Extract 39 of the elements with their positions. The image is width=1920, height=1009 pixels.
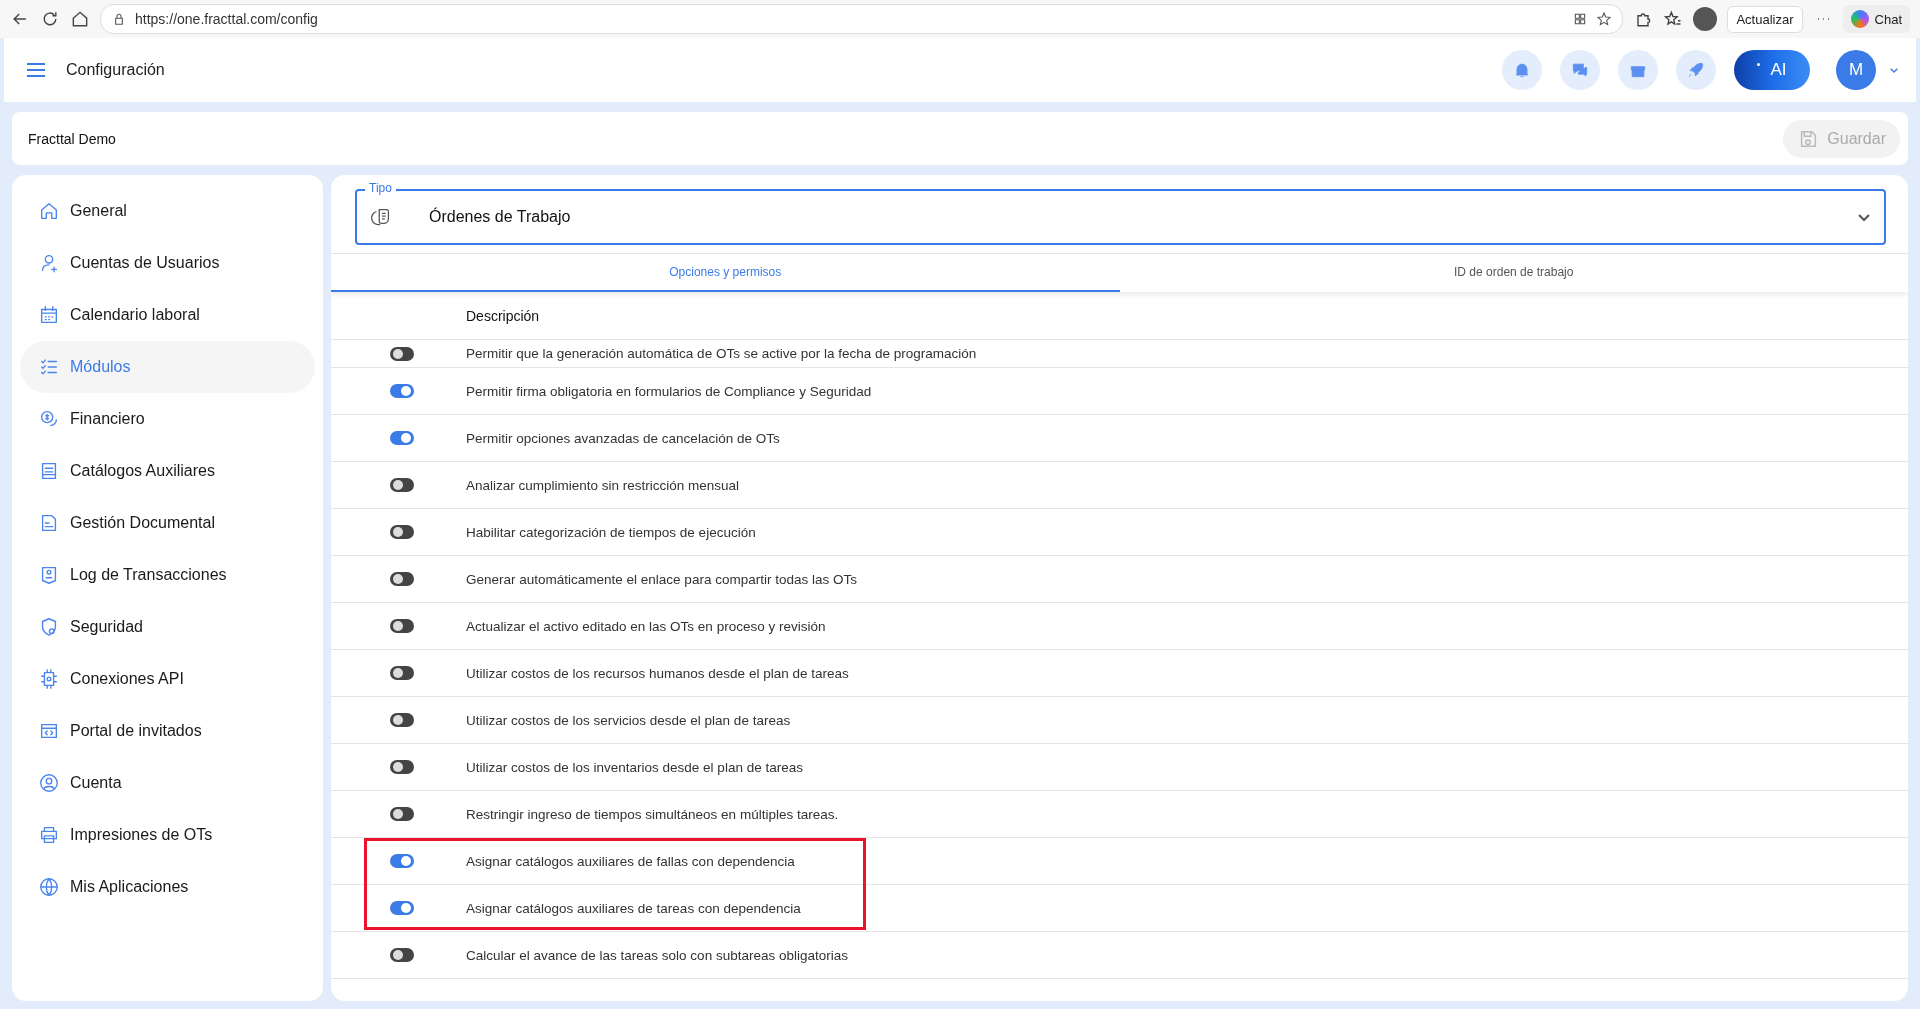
address-bar[interactable]: https://one.fracttal.com/config — [100, 4, 1624, 34]
option-text: Permitir que la generación automática de OTs se active por la fecha de programación — [466, 346, 977, 361]
sidebar-item[interactable]: Gestión Documental — [20, 497, 315, 549]
sidebar-item[interactable]: Calendario laboral — [20, 289, 315, 341]
option-text: Calcular el avance de las tareas solo con subtareas obligatorias — [466, 947, 848, 963]
sidebar-item[interactable]: Módulos — [20, 341, 315, 393]
sidebar-item[interactable]: Impresiones de OTs — [20, 809, 315, 861]
sidebar-item[interactable]: Seguridad — [20, 601, 315, 653]
sidebar-item[interactable]: Log de Transacciones — [20, 549, 315, 601]
option-text: Permitir firma obligatoria en formularios de Compliance y Seguridad — [466, 383, 872, 399]
option-text: Actualizar el activo editado en las OTs en proceso y revisión — [466, 618, 826, 634]
column-header: Descripción — [466, 307, 540, 324]
option-text: Habilitar categorización de tiempos de ejecución — [466, 524, 756, 540]
sidebar-item[interactable]: Catálogos Auxiliares — [20, 445, 315, 497]
option-text: Utilizar costos de los servicios desde el plan de tareas — [466, 712, 791, 728]
user-avatar[interactable]: M — [1836, 50, 1876, 90]
sidebar-item[interactable]: General — [20, 185, 315, 237]
sidebar-item[interactable]: Conexiones API — [20, 653, 315, 705]
chat-button[interactable]: Chat — [1842, 5, 1910, 33]
page-title: Configuración — [66, 61, 165, 79]
field-label: Tipo — [365, 181, 396, 195]
option-text: Utilizar costos de los inventarios desde el plan de tareas — [466, 759, 803, 775]
company-name: Fracttal Demo — [28, 130, 116, 147]
option-text: Generar automáticamente el enlace para compartir todas las OTs — [466, 571, 857, 587]
option-text: Analizar cumplimiento sin restricción mensual — [466, 477, 740, 493]
sidebar-item[interactable]: Portal de invitados — [20, 705, 315, 757]
update-button[interactable]: Actualizar — [1727, 5, 1803, 33]
option-text: Restringir ingreso de tiempos simultáneos en múltiples tareas. — [466, 806, 839, 822]
sidebar-item[interactable]: Cuenta — [20, 757, 315, 809]
option-text: Utilizar costos de los recursos humanos desde el plan de tareas — [466, 665, 849, 681]
tab[interactable]: Opciones y permisos — [331, 254, 1120, 292]
sidebar-item[interactable]: Cuentas de Usuarios — [20, 237, 315, 289]
option-text: Permitir opciones avanzadas de cancelación de OTs — [466, 430, 780, 446]
option-text: Asignar catálogos auxiliares de fallas con dependencia — [466, 853, 795, 869]
option-text: Asignar catálogos auxiliares de tareas con dependencia — [466, 900, 801, 916]
sidebar-item[interactable]: Mis Aplicaciones — [20, 861, 315, 913]
tab[interactable]: ID de orden de trabajo — [1119, 254, 1908, 292]
ai-button[interactable]: AI — [1734, 50, 1810, 90]
sidebar-item[interactable]: Financiero — [20, 393, 315, 445]
